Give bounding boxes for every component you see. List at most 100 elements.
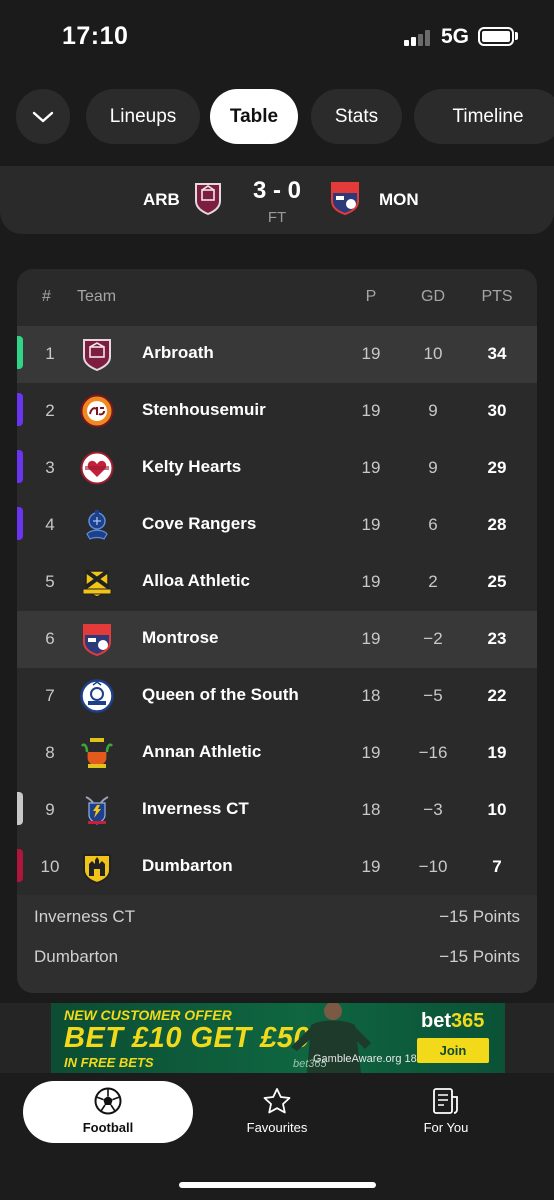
row-played: 19 bbox=[361, 515, 381, 534]
row-played: 19 bbox=[361, 572, 381, 591]
row-points: 30 bbox=[487, 401, 507, 420]
ad-brand-prefix: bet bbox=[421, 1010, 451, 1032]
table-row[interactable]: 3 Kelty Hearts 19 9 29 bbox=[17, 440, 537, 497]
table-row[interactable]: 1 Arbroath 19 10 34 bbox=[17, 326, 537, 383]
row-played: 18 bbox=[361, 800, 381, 819]
nav-favourites[interactable]: Favourites bbox=[224, 1081, 330, 1143]
zone-marker bbox=[17, 792, 23, 825]
ad-subline: IN FREE BETS bbox=[64, 1055, 154, 1070]
table-row[interactable]: 2 Stenhousemuir 19 9 30 bbox=[17, 383, 537, 440]
table-header: # Team P GD PTS bbox=[17, 269, 537, 326]
row-points: 22 bbox=[487, 686, 507, 705]
collapse-button[interactable] bbox=[16, 89, 70, 144]
deduction-team: Inverness CT bbox=[34, 907, 136, 926]
header-team: Team bbox=[77, 288, 117, 305]
row-goal-difference: 9 bbox=[428, 401, 438, 420]
header-played: P bbox=[365, 288, 377, 305]
league-table: # Team P GD PTS 1 Arbroath 19 10 34 2 St… bbox=[17, 269, 537, 993]
battery-icon bbox=[478, 27, 514, 46]
row-team: Annan Athletic bbox=[142, 742, 262, 761]
table-row[interactable]: 8 Annan Athletic 19 −16 19 bbox=[17, 725, 537, 782]
deduction-item: Dumbarton −15 Points bbox=[34, 947, 520, 967]
ad-join-button[interactable]: Join bbox=[417, 1038, 489, 1063]
row-points: 23 bbox=[487, 629, 507, 648]
status-bar: 17:10 5G bbox=[0, 0, 554, 72]
football-icon bbox=[94, 1087, 122, 1115]
row-points: 34 bbox=[487, 344, 507, 363]
row-played: 19 bbox=[361, 344, 381, 363]
montrose-crest-icon bbox=[83, 624, 111, 656]
inverness-ct-crest-icon bbox=[85, 796, 109, 825]
deduction-value: −15 Points bbox=[439, 907, 520, 926]
row-team: Cove Rangers bbox=[142, 514, 257, 533]
alloa-athletic-crest-icon bbox=[82, 569, 112, 598]
montrose-crest-icon bbox=[331, 182, 359, 216]
row-position: 9 bbox=[45, 800, 55, 819]
row-position: 4 bbox=[45, 515, 55, 534]
nav-football[interactable]: Football bbox=[23, 1081, 193, 1143]
battery-tip bbox=[515, 32, 518, 40]
queen-of-the-south-crest-icon bbox=[80, 679, 114, 713]
home-team-abbr: ARB bbox=[143, 190, 180, 209]
cove-rangers-crest-icon bbox=[86, 510, 108, 540]
row-points: 7 bbox=[492, 857, 502, 876]
tab-table[interactable]: Table bbox=[210, 89, 298, 144]
row-played: 18 bbox=[361, 686, 381, 705]
status-time: 17:10 bbox=[62, 22, 129, 50]
row-position: 7 bbox=[45, 686, 55, 705]
match-status: FT bbox=[267, 209, 287, 226]
ad-brand-logo: bet365 bbox=[421, 1010, 484, 1033]
nav-label: Favourites bbox=[246, 1120, 308, 1135]
stenhousemuir-crest-icon bbox=[80, 394, 114, 428]
row-points: 25 bbox=[487, 572, 507, 591]
row-team: Queen of the South bbox=[142, 685, 299, 704]
dumbarton-crest-icon bbox=[83, 854, 111, 884]
row-team: Dumbarton bbox=[142, 856, 233, 875]
row-goal-difference: 9 bbox=[428, 458, 438, 477]
tab-stats[interactable]: Stats bbox=[311, 89, 402, 144]
bottom-nav: Football Favourites For You bbox=[0, 1073, 554, 1200]
annan-athletic-crest-icon bbox=[81, 738, 113, 769]
tab-lineups[interactable]: Lineups bbox=[86, 89, 200, 144]
row-goal-difference: −5 bbox=[423, 686, 443, 705]
row-goal-difference: −10 bbox=[418, 857, 448, 876]
row-position: 6 bbox=[45, 629, 55, 648]
row-points: 28 bbox=[487, 515, 507, 534]
match-score-bar[interactable]: ARB 3 - 0 FT MON bbox=[0, 166, 554, 234]
row-points: 10 bbox=[487, 800, 507, 819]
deduction-item: Inverness CT −15 Points bbox=[34, 907, 520, 927]
table-row[interactable]: 10 Dumbarton 19 −10 7 bbox=[17, 839, 537, 896]
deduction-value: −15 Points bbox=[439, 947, 520, 966]
away-team-abbr: MON bbox=[379, 190, 419, 209]
row-team: Inverness CT bbox=[142, 799, 249, 818]
row-played: 19 bbox=[361, 743, 381, 762]
row-team: Montrose bbox=[142, 628, 219, 647]
match-score: 3 - 0 bbox=[252, 177, 302, 204]
match-tabs: Lineups Table Stats Timeline bbox=[16, 89, 554, 144]
table-row[interactable]: 9 Inverness CT 18 −3 10 bbox=[17, 782, 537, 839]
row-played: 19 bbox=[361, 401, 381, 420]
row-played: 19 bbox=[361, 857, 381, 876]
row-goal-difference: −2 bbox=[423, 629, 443, 648]
row-goal-difference: −16 bbox=[418, 743, 448, 762]
row-team: Arbroath bbox=[142, 343, 214, 362]
header-position: # bbox=[42, 288, 51, 305]
table-row[interactable]: 7 Queen of the South 18 −5 22 bbox=[17, 668, 537, 725]
row-played: 19 bbox=[361, 458, 381, 477]
zone-marker bbox=[17, 450, 23, 483]
table-row[interactable]: 5 Alloa Athletic 19 2 25 bbox=[17, 554, 537, 611]
tab-timeline[interactable]: Timeline bbox=[414, 89, 554, 144]
table-row[interactable]: 6 Montrose 19 −2 23 bbox=[17, 611, 537, 668]
row-position: 2 bbox=[45, 401, 55, 420]
ad-offer-label: NEW CUSTOMER OFFER bbox=[64, 1007, 232, 1023]
kelty-hearts-crest-icon bbox=[80, 451, 114, 485]
home-indicator bbox=[179, 1182, 376, 1188]
row-position: 5 bbox=[45, 572, 55, 591]
table-row[interactable]: 4 Cove Rangers 19 6 28 bbox=[17, 497, 537, 554]
row-team: Kelty Hearts bbox=[142, 457, 242, 476]
ad-banner[interactable]: NEW CUSTOMER OFFER BET £10 GET £50 IN FR… bbox=[51, 1003, 505, 1073]
nav-for-you[interactable]: For You bbox=[393, 1081, 499, 1143]
row-goal-difference: −3 bbox=[423, 800, 443, 819]
star-icon bbox=[263, 1088, 291, 1114]
row-team: Alloa Athletic bbox=[142, 571, 250, 590]
